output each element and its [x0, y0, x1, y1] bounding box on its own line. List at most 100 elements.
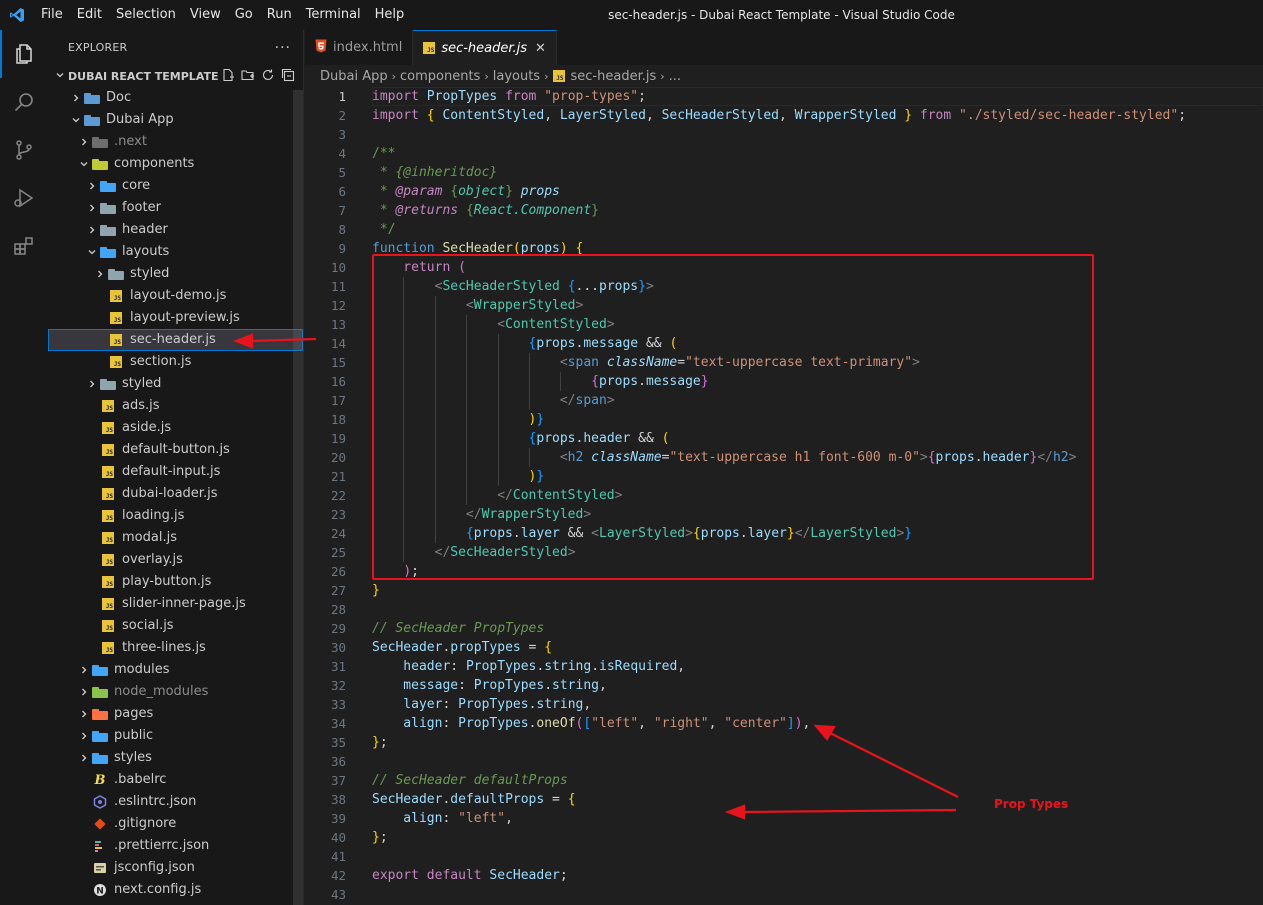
tab-index-html[interactable]: index.html	[305, 30, 414, 65]
tree-item-label: layout-demo.js	[130, 288, 227, 303]
js-file-icon: JS	[100, 398, 116, 414]
menu-item-go[interactable]: Go	[228, 0, 260, 30]
tree-file[interactable]: JS layout-preview.js	[48, 307, 303, 329]
tree-file[interactable]: jsconfig.json	[48, 857, 303, 879]
code-token: ;	[379, 830, 388, 845]
tree-folder[interactable]: node_modules	[48, 681, 303, 703]
tree-folder[interactable]: Dubai App	[48, 109, 303, 131]
menu-item-run[interactable]: Run	[260, 0, 299, 30]
code-line: SecHeader.propTypes = {	[372, 638, 1186, 657]
folder-icon	[100, 244, 116, 260]
source-control-icon[interactable]	[0, 126, 48, 174]
tree-folder[interactable]: styled	[48, 373, 303, 395]
tree-file[interactable]: JS loading.js	[48, 505, 303, 527]
tree-file[interactable]: B .babelrc	[48, 769, 303, 791]
tree-file[interactable]: JS three-lines.js	[48, 637, 303, 659]
tree-file[interactable]: JS section.js	[48, 351, 303, 373]
code-line: layer: PropTypes.string,	[372, 695, 1186, 714]
code-token: "left"	[591, 716, 639, 731]
folder-icon	[84, 90, 100, 106]
chevron-right-icon	[84, 219, 100, 241]
code-token: from	[912, 108, 960, 123]
new-folder-icon[interactable]	[241, 68, 255, 85]
tree-file[interactable]: .gitignore	[48, 813, 303, 835]
breadcrumb-item[interactable]: components	[400, 69, 480, 84]
tree-item-label: .eslintrc.json	[114, 794, 197, 809]
tree-file[interactable]: JS ads.js	[48, 395, 303, 417]
tree-file[interactable]: JS default-button.js	[48, 439, 303, 461]
menu-item-view[interactable]: View	[183, 0, 228, 30]
code-token: oneOf	[536, 716, 576, 731]
tree-file[interactable]: JS default-input.js	[48, 461, 303, 483]
tree-file[interactable]: JS aside.js	[48, 417, 303, 439]
close-icon[interactable]: ✕	[535, 41, 546, 56]
git-file-icon	[92, 816, 108, 832]
tree-file[interactable]: .prettierrc.json	[48, 835, 303, 857]
extensions-icon[interactable]	[0, 222, 48, 270]
code-token: ,	[708, 716, 725, 731]
tree-folder[interactable]: Doc	[48, 87, 303, 109]
refresh-icon[interactable]	[261, 68, 275, 85]
menu-item-help[interactable]: Help	[368, 0, 412, 30]
tree-folder[interactable]: public	[48, 725, 303, 747]
collapse-all-icon[interactable]	[281, 68, 295, 85]
tree-file[interactable]: JS modal.js	[48, 527, 303, 549]
breadcrumb-item[interactable]: sec-header.js	[571, 69, 657, 84]
folder-icon	[108, 266, 124, 282]
tree-folder[interactable]: styles	[48, 747, 303, 769]
tree-folder[interactable]: footer	[48, 197, 303, 219]
code-token: /**	[372, 146, 396, 161]
tree-folder[interactable]: components	[48, 153, 303, 175]
tree-file[interactable]: JS dubai-loader.js	[48, 483, 303, 505]
sidebar-scrollbar[interactable]	[293, 90, 303, 905]
tree-item-label: loading.js	[122, 508, 185, 523]
highlight-box	[372, 254, 1094, 580]
breadcrumb-item[interactable]: ...	[669, 69, 681, 84]
tab-sec-header-js[interactable]: JS sec-header.js ✕	[413, 30, 557, 65]
menu-item-terminal[interactable]: Terminal	[299, 0, 368, 30]
explorer-sidebar: EXPLORER ··· DUBAI REACT TEMPLATE Doc Dub…	[48, 30, 304, 905]
tree-file[interactable]: Nnext.config.js	[48, 879, 303, 901]
vscode-logo-icon[interactable]	[0, 0, 34, 30]
code-token: }	[372, 583, 380, 598]
tree-item-label: modules	[114, 662, 170, 677]
breadcrumb-item[interactable]: Dubai App	[320, 69, 388, 84]
search-icon[interactable]	[0, 78, 48, 126]
tree-folder[interactable]: layouts	[48, 241, 303, 263]
chevron-right-icon	[76, 681, 92, 703]
tree-folder[interactable]: styled	[48, 263, 303, 285]
menu-item-selection[interactable]: Selection	[109, 0, 183, 30]
tree-file[interactable]: JS slider-inner-page.js	[48, 593, 303, 615]
tree-folder[interactable]: core	[48, 175, 303, 197]
line-number: 1	[338, 89, 346, 104]
menu-item-edit[interactable]: Edit	[70, 0, 109, 30]
tree-folder[interactable]: header	[48, 219, 303, 241]
tree-file[interactable]: JS play-button.js	[48, 571, 303, 593]
menu-item-file[interactable]: File	[34, 0, 70, 30]
new-file-icon[interactable]	[221, 68, 235, 85]
tree-item-label: .next	[114, 134, 147, 149]
tree-file[interactable]: JS layout-demo.js	[48, 285, 303, 307]
explorer-icon[interactable]	[0, 30, 48, 78]
tree-folder[interactable]: .next	[48, 131, 303, 153]
tree-file[interactable]: JS sec-header.js	[48, 329, 303, 351]
chevron-right-icon	[68, 87, 84, 109]
workspace-section-header[interactable]: DUBAI REACT TEMPLATE	[48, 65, 303, 87]
title-bar: File Edit Selection View Go Run Terminal Help s…	[0, 0, 1263, 30]
tree-file[interactable]: JS social.js	[48, 615, 303, 637]
tree-item-label: sec-header.js	[130, 332, 216, 347]
tree-folder[interactable]: pages	[48, 703, 303, 725]
code-token: =	[520, 640, 545, 655]
breadcrumb-item[interactable]: layouts	[493, 69, 540, 84]
js-file-icon: JS	[100, 420, 116, 436]
run-debug-icon[interactable]	[0, 174, 48, 222]
tree-item-label: slider-inner-page.js	[122, 596, 246, 611]
more-actions-icon[interactable]: ···	[275, 40, 291, 56]
tree-file[interactable]: JS overlay.js	[48, 549, 303, 571]
tree-file[interactable]: .eslintrc.json	[48, 791, 303, 813]
tree-folder[interactable]: modules	[48, 659, 303, 681]
